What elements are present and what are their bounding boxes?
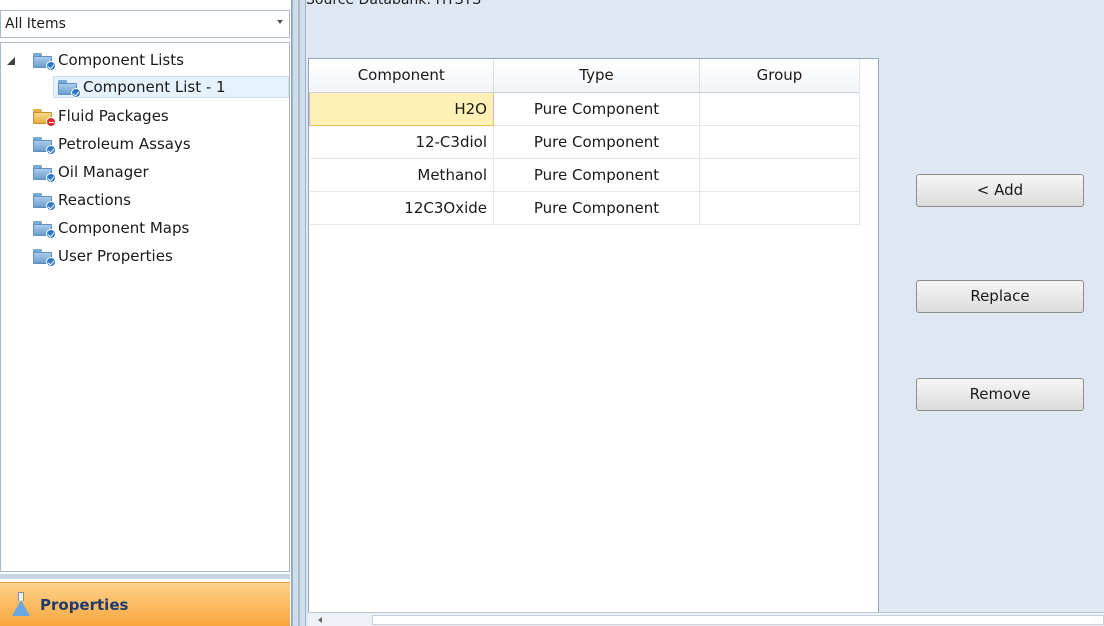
tree-item-petroleum-assays[interactable]: Petroleum Assays bbox=[33, 133, 191, 155]
tree-item-label: Fluid Packages bbox=[58, 107, 169, 125]
folder-warning-icon bbox=[33, 108, 56, 127]
cell-group[interactable] bbox=[699, 158, 860, 192]
folder-check-icon bbox=[33, 136, 56, 155]
tree-item-label: Component List - 1 bbox=[83, 78, 226, 96]
cell-group[interactable] bbox=[699, 92, 860, 126]
table-header-row: Component Type Group bbox=[309, 59, 860, 93]
cell-component[interactable]: H2O bbox=[309, 91, 494, 126]
horizontal-scrollbar[interactable] bbox=[308, 612, 1104, 626]
chevron-down-icon[interactable] bbox=[277, 20, 283, 24]
scroll-left-icon[interactable] bbox=[318, 617, 322, 623]
expander-icon[interactable] bbox=[7, 57, 15, 65]
column-header-type[interactable]: Type bbox=[493, 59, 700, 93]
cell-type[interactable]: Pure Component bbox=[493, 125, 700, 159]
cell-type[interactable]: Pure Component bbox=[493, 191, 700, 225]
table-row[interactable]: 12-C3diol Pure Component bbox=[309, 125, 860, 159]
item-filter-value: All Items bbox=[5, 16, 66, 32]
component-grid[interactable]: Component Type Group H2O Pure Component … bbox=[308, 58, 879, 618]
tree-item-label: User Properties bbox=[58, 247, 173, 265]
tree-item-component-maps[interactable]: Component Maps bbox=[33, 217, 189, 239]
folder-check-icon bbox=[33, 164, 56, 183]
tree-item-user-properties[interactable]: User Properties bbox=[33, 245, 173, 267]
pane-splitter[interactable] bbox=[292, 0, 306, 626]
remove-button[interactable]: Remove bbox=[916, 378, 1084, 411]
tree-item-fluid-packages[interactable]: Fluid Packages bbox=[33, 105, 169, 127]
cell-component[interactable]: 12C3Oxide bbox=[309, 191, 494, 225]
folder-check-icon bbox=[58, 79, 81, 98]
cell-component[interactable]: Methanol bbox=[309, 158, 494, 192]
tree-item-oil-manager[interactable]: Oil Manager bbox=[33, 161, 149, 183]
tree-item-label: Component Lists bbox=[58, 51, 184, 69]
properties-nav-button[interactable]: Properties bbox=[0, 582, 290, 626]
table-row[interactable]: H2O Pure Component bbox=[309, 91, 860, 126]
component-list-view: Source Databank: HYSYS Component Type Gr… bbox=[306, 0, 1104, 626]
cell-group[interactable] bbox=[699, 125, 860, 159]
cell-type[interactable]: Pure Component bbox=[493, 92, 700, 126]
column-header-group[interactable]: Group bbox=[699, 59, 860, 93]
folder-check-icon bbox=[33, 52, 56, 71]
column-header-component[interactable]: Component bbox=[309, 59, 494, 93]
component-table: Component Type Group H2O Pure Component … bbox=[309, 59, 860, 225]
tree-item-label: Petroleum Assays bbox=[58, 135, 191, 153]
cell-component[interactable]: 12-C3diol bbox=[309, 125, 494, 159]
scrollbar-thumb[interactable] bbox=[372, 615, 1104, 625]
tree-item-component-list-1[interactable]: Component List - 1 bbox=[53, 76, 289, 98]
pane-separator[interactable] bbox=[0, 574, 290, 579]
properties-label: Properties bbox=[40, 596, 129, 614]
navigator-tree: Component Lists Component List - 1 Fluid… bbox=[0, 42, 290, 572]
cell-type[interactable]: Pure Component bbox=[493, 158, 700, 192]
folder-check-icon bbox=[33, 248, 56, 267]
folder-check-icon bbox=[33, 220, 56, 239]
folder-check-icon bbox=[33, 192, 56, 211]
cell-group[interactable] bbox=[699, 191, 860, 225]
tree-item-component-lists[interactable]: Component Lists bbox=[33, 49, 184, 71]
tree-item-label: Reactions bbox=[58, 191, 131, 209]
source-databank-label: Source Databank: HYSYS bbox=[306, 0, 481, 8]
table-row[interactable]: 12C3Oxide Pure Component bbox=[309, 191, 860, 225]
navigator-pane: All Items Component Lists Component List… bbox=[0, 0, 292, 626]
item-filter-dropdown[interactable]: All Items bbox=[0, 10, 290, 38]
table-row[interactable]: Methanol Pure Component bbox=[309, 158, 860, 192]
tree-item-label: Component Maps bbox=[58, 219, 190, 237]
tree-item-label: Oil Manager bbox=[58, 163, 149, 181]
add-button[interactable]: < Add bbox=[916, 174, 1084, 207]
flask-icon bbox=[12, 592, 30, 616]
tree-item-reactions[interactable]: Reactions bbox=[33, 189, 131, 211]
replace-button[interactable]: Replace bbox=[916, 280, 1084, 313]
